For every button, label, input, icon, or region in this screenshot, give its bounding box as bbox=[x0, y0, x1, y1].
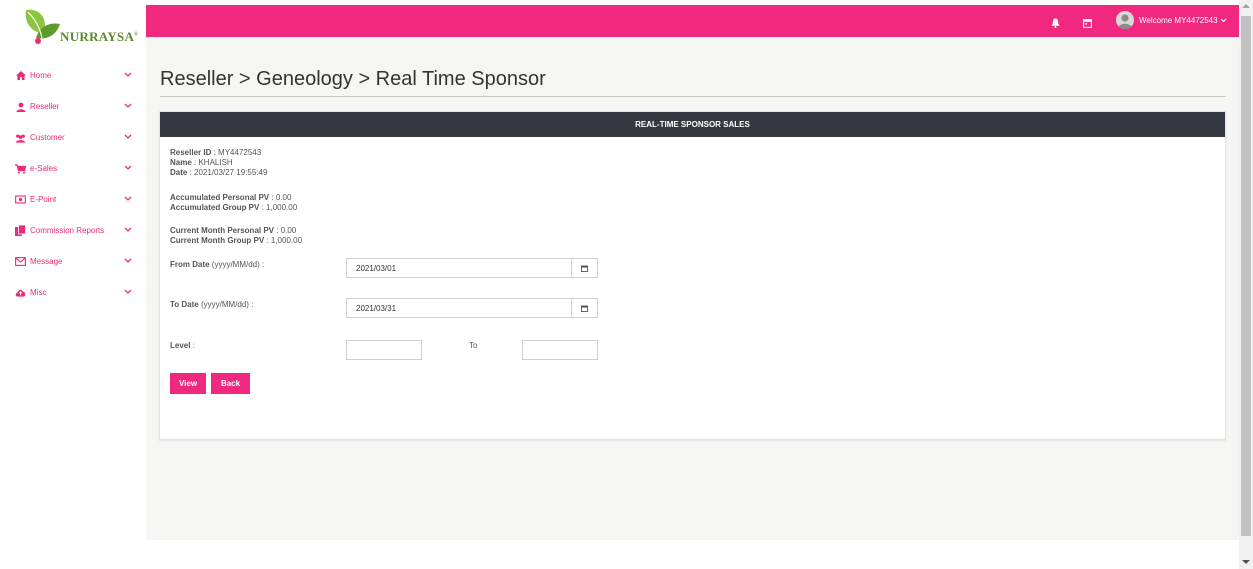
sidebar-item-e-point[interactable]: E-Point bbox=[0, 184, 146, 215]
sidebar-item-label: Reseller bbox=[30, 102, 60, 111]
to-date-input[interactable]: 2021/03/31 bbox=[346, 298, 598, 318]
sidebar-item-label: Commission Reports bbox=[30, 226, 105, 235]
avatar[interactable] bbox=[1116, 11, 1134, 29]
sidebar-item-label: Message bbox=[30, 257, 63, 266]
sponsor-sales-card: REAL-TIME SPONSOR SALES Reseller ID : MY… bbox=[159, 111, 1226, 440]
money-icon bbox=[15, 194, 26, 205]
chevron-down-icon bbox=[1220, 18, 1227, 23]
brand-name: NURRAYSA® bbox=[60, 29, 139, 44]
leaf-logo-icon bbox=[25, 9, 60, 44]
scroll-up-arrow-icon[interactable] bbox=[1242, 4, 1250, 8]
reseller-id-row: Reseller ID : MY4472543 bbox=[170, 148, 262, 157]
sidebar-item-label: Customer bbox=[30, 133, 65, 142]
scrollbar[interactable] bbox=[1239, 0, 1253, 569]
top-bar: Welcome MY4472543 bbox=[146, 5, 1239, 37]
chevron-down-icon bbox=[124, 289, 132, 294]
files-icon bbox=[15, 225, 26, 236]
divider bbox=[160, 96, 1226, 97]
chevron-down-icon bbox=[124, 72, 132, 77]
acc-group-row: Accumulated Group PV : 1,000.00 bbox=[170, 203, 298, 212]
chevron-down-icon bbox=[124, 134, 132, 139]
reseller-info: Reseller ID : MY4472543 Name : KHALISH D… bbox=[170, 148, 267, 178]
view-button[interactable]: View bbox=[170, 373, 206, 394]
back-button[interactable]: Back bbox=[211, 373, 250, 394]
level-from-input[interactable] bbox=[346, 340, 422, 360]
cur-personal-row: Current Month Personal PV : 0.00 bbox=[170, 226, 297, 235]
level-to-input[interactable] bbox=[522, 340, 598, 360]
calendar-icon bbox=[581, 305, 588, 312]
sidebar-item-message[interactable]: Message bbox=[0, 246, 146, 277]
calendar-icon bbox=[581, 265, 588, 272]
calendar-icon[interactable] bbox=[1083, 15, 1092, 33]
from-date-calendar-button[interactable] bbox=[571, 259, 597, 277]
sidebar-item-commission-reports[interactable]: Commission Reports bbox=[0, 215, 146, 246]
from-date-label: From Date (yyyy/MM/dd) : bbox=[170, 260, 265, 269]
sidebar-item-customer[interactable]: Customer bbox=[0, 122, 146, 153]
user-icon bbox=[15, 101, 26, 112]
level-label: Level : bbox=[170, 341, 195, 350]
name-row: Name : KHALISH bbox=[170, 158, 233, 167]
date-row: Date : 2021/03/27 19:55:49 bbox=[170, 168, 268, 177]
from-date-value: 2021/03/01 bbox=[356, 263, 397, 273]
level-to-label: To bbox=[469, 341, 478, 350]
scroll-thumb[interactable] bbox=[1241, 16, 1251, 536]
cart-icon bbox=[15, 163, 26, 174]
card-header: REAL-TIME SPONSOR SALES bbox=[160, 112, 1225, 137]
sidebar-item-label: e-Sales bbox=[30, 164, 58, 173]
chevron-down-icon bbox=[124, 103, 132, 108]
chevron-down-icon bbox=[124, 165, 132, 170]
acc-personal-row: Accumulated Personal PV : 0.00 bbox=[170, 193, 292, 202]
sidebar-item-label: Misc bbox=[30, 288, 47, 297]
users-icon bbox=[15, 132, 26, 143]
sidebar-item-e-sales[interactable]: e-Sales bbox=[0, 153, 146, 184]
chevron-down-icon bbox=[124, 227, 132, 232]
page-title: Reseller > Geneology > Real Time Sponsor bbox=[160, 68, 546, 90]
welcome-text: Welcome MY4472543 bbox=[1139, 16, 1218, 25]
current-month-pv: Current Month Personal PV : 0.00 Current… bbox=[170, 226, 302, 246]
to-date-calendar-button[interactable] bbox=[571, 299, 597, 317]
chevron-down-icon bbox=[124, 196, 132, 201]
envelope-icon bbox=[15, 256, 26, 267]
accumulated-pv: Accumulated Personal PV : 0.00 Accumulat… bbox=[170, 193, 297, 213]
bell-icon[interactable] bbox=[1051, 15, 1060, 33]
to-date-value: 2021/03/31 bbox=[356, 303, 397, 313]
card-title: REAL-TIME SPONSOR SALES bbox=[635, 120, 750, 129]
from-date-input[interactable]: 2021/03/01 bbox=[346, 258, 598, 278]
scroll-down-arrow-icon[interactable] bbox=[1242, 560, 1250, 564]
sidebar-nav: Home Reseller Customer e-Sales E-Point C… bbox=[0, 60, 146, 308]
sidebar-item-label: Home bbox=[30, 71, 52, 80]
cloud-icon bbox=[15, 287, 26, 298]
sidebar-item-label: E-Point bbox=[30, 195, 57, 204]
sidebar-item-misc[interactable]: Misc bbox=[0, 277, 146, 308]
sidebar-item-home[interactable]: Home bbox=[0, 60, 146, 91]
home-icon bbox=[15, 70, 26, 81]
brand-logo[interactable]: NURRAYSA® bbox=[22, 8, 140, 48]
sidebar: NURRAYSA® Home Reseller Customer e-Sales… bbox=[0, 0, 146, 569]
chevron-down-icon bbox=[124, 258, 132, 263]
user-menu-toggle[interactable]: Welcome MY4472543 bbox=[1139, 16, 1227, 25]
to-date-label: To Date (yyyy/MM/dd) : bbox=[170, 300, 254, 309]
cur-group-row: Current Month Group PV : 1,000.00 bbox=[170, 236, 303, 245]
sidebar-item-reseller[interactable]: Reseller bbox=[0, 91, 146, 122]
